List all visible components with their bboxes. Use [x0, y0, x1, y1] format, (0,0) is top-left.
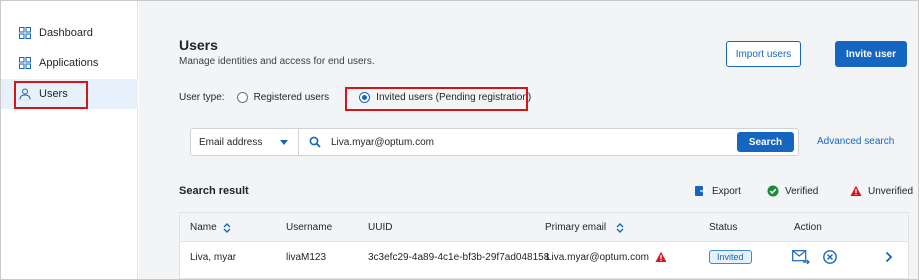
sidebar-item-label: Dashboard: [39, 27, 93, 39]
export-icon: [694, 185, 706, 197]
status-badge: Invited: [709, 250, 752, 264]
advanced-search-link[interactable]: Advanced search: [817, 136, 894, 147]
sort-icon[interactable]: [223, 222, 231, 233]
column-header-name[interactable]: Name: [190, 213, 231, 242]
registered-users-radio[interactable]: [236, 91, 248, 103]
chevron-right-icon[interactable]: [885, 251, 893, 263]
cell-uuid: 3c3efc29-4a89-4c1e-bf3b-29f7ad048158: [368, 251, 550, 263]
search-icon: [309, 136, 321, 148]
column-header-email[interactable]: Primary email: [545, 213, 624, 242]
highlight-box-users: [14, 81, 88, 109]
cell-username: livaM123: [286, 251, 327, 263]
sidebar-item-applications[interactable]: Applications: [1, 48, 138, 78]
divider: [298, 129, 299, 155]
page-title: Users: [179, 37, 218, 53]
email-value: Liva.myar@optum.com: [546, 251, 649, 263]
chevron-down-icon[interactable]: [280, 140, 288, 145]
search-field-select[interactable]: Email address: [199, 129, 262, 155]
applications-icon: [19, 57, 31, 69]
registered-users-label[interactable]: Registered users: [254, 92, 330, 103]
column-header-username: Username: [286, 222, 333, 233]
revoke-invite-button[interactable]: [823, 243, 837, 271]
resend-invite-button[interactable]: [792, 243, 810, 271]
cell-name: Liva, myar: [190, 251, 237, 263]
user-type-label: User type:: [179, 91, 225, 103]
cell-email: Liva.myar@optum.com: [546, 243, 667, 271]
search-input[interactable]: Liva.myar@optum.com: [331, 129, 434, 155]
search-bar: Email address Liva.myar@optum.com Search: [190, 128, 799, 156]
sidebar: Dashboard Applications Users: [1, 1, 138, 279]
main-panel: Users Manage identities and access for e…: [139, 1, 918, 279]
export-button[interactable]: Export: [694, 185, 741, 197]
close-circle-icon[interactable]: [823, 250, 837, 264]
sidebar-item-dashboard[interactable]: Dashboard: [1, 18, 138, 48]
import-users-button[interactable]: Import users: [726, 41, 801, 67]
results-table: Name Username UUID Primary email Status …: [179, 212, 909, 279]
table-header: Name Username UUID Primary email Status …: [180, 213, 908, 242]
column-label: Primary email: [545, 222, 607, 233]
page-subtitle: Manage identities and access for end use…: [179, 56, 375, 67]
warning-icon: [655, 251, 667, 263]
column-header-uuid: UUID: [368, 222, 393, 233]
cell-status: Invited: [709, 243, 752, 271]
column-header-status: Status: [709, 222, 738, 233]
search-field-label: Email address: [199, 136, 263, 148]
sidebar-item-label: Applications: [39, 57, 99, 69]
sort-icon[interactable]: [616, 222, 624, 233]
column-label: Name: [190, 222, 217, 233]
resend-mail-icon[interactable]: [792, 250, 810, 264]
warning-icon: [850, 185, 862, 197]
row-expand-button[interactable]: [885, 243, 893, 271]
search-result-title: Search result: [179, 185, 249, 197]
verified-icon: [767, 185, 779, 197]
unverified-label: Unverified: [868, 185, 914, 197]
invite-user-button[interactable]: Invite user: [835, 41, 907, 67]
search-button[interactable]: Search: [737, 132, 794, 152]
unverified-legend: Unverified: [850, 185, 913, 197]
verified-label: Verified: [785, 185, 819, 197]
dashboard-icon: [19, 27, 31, 39]
export-label: Export: [712, 185, 741, 197]
column-header-action: Action: [794, 222, 822, 233]
verified-legend: Verified: [767, 185, 818, 197]
highlight-box-invited: [345, 87, 528, 111]
